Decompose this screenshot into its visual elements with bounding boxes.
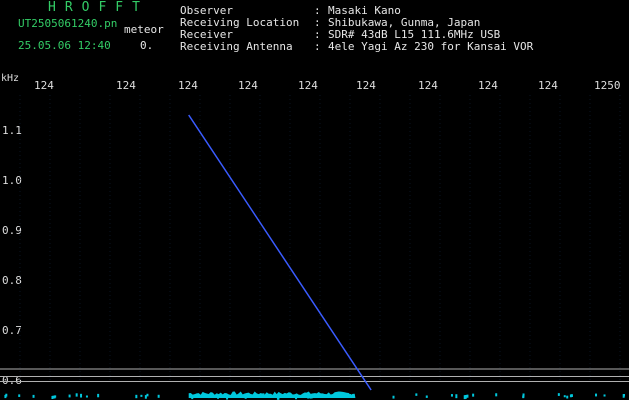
info-colon: :: [314, 40, 321, 53]
noise-speck: [522, 395, 525, 399]
noise-speck: [307, 395, 310, 399]
x-tick-label: 124: [298, 79, 318, 92]
noise-speck: [522, 393, 525, 396]
x-tick-label: 124: [478, 79, 498, 92]
noise-speck: [495, 393, 498, 397]
noise-speck: [455, 394, 458, 399]
noise-speck: [425, 395, 428, 398]
x-tick-label: 124: [356, 79, 376, 92]
noise-speck: [68, 394, 71, 398]
noise-speck: [623, 394, 626, 397]
noise-speck: [313, 393, 316, 397]
x-tick-label: 124: [178, 79, 198, 92]
noise-speck: [217, 395, 220, 399]
noise-band: [188, 391, 356, 398]
y-axis-unit-label: kHz: [1, 73, 20, 84]
app-brand: HROFFT: [48, 0, 149, 15]
noise-speck: [157, 394, 160, 398]
noise-speck: [472, 393, 475, 397]
noise-speck: [135, 394, 138, 399]
noise-speck: [331, 395, 334, 398]
noise-speck: [595, 393, 598, 397]
noise-speck: [262, 393, 265, 397]
noise-speck: [279, 393, 282, 397]
noise-speck: [191, 395, 194, 400]
noise-speck: [570, 394, 573, 397]
noise-speck: [557, 393, 560, 396]
noise-speck: [85, 395, 88, 398]
noise-speck: [466, 394, 469, 398]
noise-speck: [566, 395, 569, 399]
x-tick-label: 124: [538, 79, 558, 92]
noise-speck: [349, 394, 352, 397]
noise-speck: [415, 393, 418, 396]
x-tick-label: 124: [116, 79, 136, 92]
meteor-count: 0.: [140, 39, 154, 52]
signal-trace-line: [188, 114, 372, 391]
spectrogram-plot: [0, 95, 629, 400]
noise-speck: [309, 395, 312, 399]
noise-speck: [32, 394, 35, 398]
noise-speck: [97, 393, 100, 398]
noise-speck: [276, 395, 279, 400]
x-tick-label: 124: [418, 79, 438, 92]
datetime: 25.05.06 12:40: [18, 39, 111, 52]
info-key-antenna: Receiving Antenna: [180, 40, 293, 53]
noise-speck: [288, 393, 291, 397]
noise-speck: [244, 395, 247, 399]
noise-speck: [295, 395, 298, 400]
noise-speck: [146, 393, 149, 397]
noise-speck: [18, 394, 21, 397]
info-value-antenna: 4ele Yagi Az 230 for Kansai VOR: [328, 40, 534, 53]
noise-speck: [54, 395, 57, 398]
x-tick-label: 1250: [594, 79, 621, 92]
noise-speck: [226, 395, 229, 400]
noise-speck: [563, 395, 566, 398]
noise-speck: [603, 394, 606, 397]
noise-speck: [140, 394, 143, 397]
noise-speck: [207, 395, 210, 399]
meteor-label: meteor: [124, 23, 164, 36]
file-name: UT2505061240.pn: [18, 17, 118, 30]
x-tick-label: 124: [238, 79, 258, 92]
noise-speck: [5, 393, 8, 397]
x-tick-label: 124: [34, 79, 54, 92]
noise-speck: [75, 393, 78, 397]
noise-speck: [392, 395, 395, 399]
noise-speck: [450, 394, 453, 397]
noise-speck: [80, 393, 83, 398]
